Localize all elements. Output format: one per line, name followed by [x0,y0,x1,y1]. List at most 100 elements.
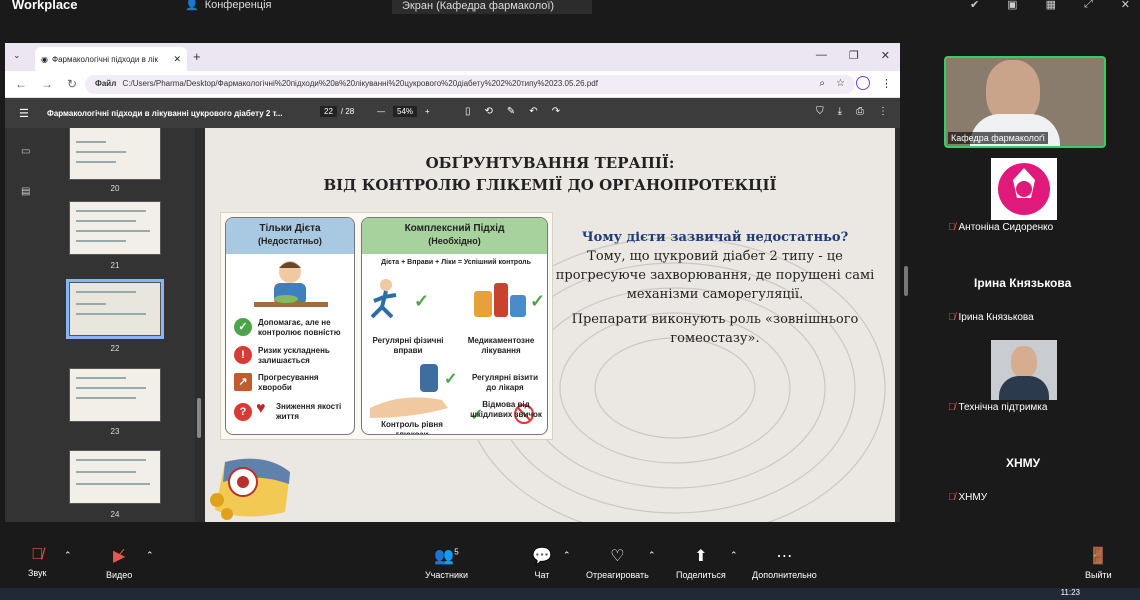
participant-avatar-logo [991,158,1057,220]
zoom-out-icon[interactable]: — [377,107,385,116]
complex-item: Контроль рівня глюкози [381,420,443,435]
app-name: Workplace [12,0,78,12]
zoom-search-icon[interactable]: ⌕ [819,78,825,89]
complex-item: Регулярні візити до лікаря [471,373,539,392]
print-icon[interactable]: ⎙ [856,106,864,117]
profile-avatar[interactable] [856,76,870,90]
mic-muted-icon: 🎙̸ [948,312,956,323]
browser-menu-icon[interactable]: ⋮ [881,77,892,90]
page-indicator: 22 / 28 [320,106,354,117]
participant-name: Ірина Князькова [958,312,1034,323]
reload-icon[interactable]: ↻ [67,77,77,91]
thumbnail-number: 21 [110,261,120,270]
globe-icon: ◉ [41,54,48,64]
active-speaker-video[interactable]: Кафедра фармаколоґі [944,56,1106,148]
browser-window: ⌄ ◉ Фармакологічні підходи в лік ✕ + — ❐… [5,43,900,522]
thumbnail-scrollbar[interactable] [195,128,203,522]
rotate-icon[interactable]: ⟲ [485,106,493,117]
chat-options-chevron-icon[interactable]: ⌃ [563,550,571,561]
pdf-more-icon[interactable]: ⋮ [878,106,888,117]
page-number-input[interactable]: 22 [320,106,337,117]
svg-text:✓: ✓ [414,291,429,311]
question-icon: ? [234,403,252,421]
outline-icon[interactable]: ▤ [21,186,30,197]
zoom-in-icon[interactable]: + [425,107,430,116]
participant-photo [991,340,1057,400]
pdf-right-tools: ⛉ ⤓ ⎙ ⋮ [816,106,888,117]
aperture-logo-icon [998,163,1050,215]
participants-button[interactable]: 👥5 Участники [425,546,468,580]
tab-list-chevron-icon[interactable]: ⌄ [13,50,21,61]
participants-count: 5 [454,547,459,557]
window-controls: — ❐ ✕ [816,49,890,62]
forward-icon[interactable]: → [41,77,53,91]
complex-item: Відмова від шкідливих звичок [470,400,542,419]
undo-icon[interactable]: ↶ [529,106,537,117]
bookmark-star-icon[interactable]: ☆ [836,78,845,89]
sound-label: Звук [28,568,47,578]
thumbnail-number: 23 [110,427,120,436]
video-options-chevron-icon[interactable]: ⌃ [146,550,154,561]
new-tab-button[interactable]: + [193,49,201,64]
speaker-label: Кафедра фармаколоґі [948,132,1048,144]
leave-button[interactable]: 🚪 Выйти [1085,546,1112,580]
thumbnail-page-selected[interactable] [66,279,164,339]
more-button[interactable]: ⋯ Дополнительно [752,546,817,580]
page-total: / 28 [340,107,355,116]
address-bar-row: ← → ↻ Файл C:/Users/Pharma/Desktop/Фарма… [5,71,900,98]
redo-icon[interactable]: ↷ [552,106,560,117]
back-icon[interactable]: ← [15,77,27,91]
screen-share-tab[interactable]: Экран (Кафедра фармаколої) [392,0,592,14]
grid-icon[interactable]: ▦ [1046,0,1056,11]
share-options-chevron-icon[interactable]: ⌃ [730,550,738,561]
diet-panel-header: Тільки Дієта (Недостатньо) [226,218,354,254]
minimize-icon[interactable]: — [816,49,827,62]
close-icon[interactable]: ✕ [1121,0,1130,11]
chat-button[interactable]: 💬 Чат [532,546,552,580]
exercise-meds-illustration: ✓ ✓ [370,279,545,319]
clock-time: 11:23 [1060,588,1080,597]
diet-panel-title: Тільки Дієта [259,223,321,234]
react-button[interactable]: ♡ Отреагировать [586,546,649,580]
hamburger-menu-icon[interactable]: ☰ [19,107,29,120]
sound-options-chevron-icon[interactable]: ⌃ [64,550,72,561]
thumbnail-page[interactable] [69,201,161,255]
restore-icon[interactable]: ❐ [849,49,859,62]
nav-buttons: ← → ↻ [15,77,77,91]
annotate-icon[interactable]: ⛉ [816,106,824,117]
participant-name: Антоніна Сидоренко [958,222,1054,233]
window-close-icon[interactable]: ✕ [881,49,890,62]
react-options-chevron-icon[interactable]: ⌃ [648,550,656,561]
camera-off-icon: ▶̸ [112,548,126,565]
thumbnail-page[interactable] [69,128,161,180]
shield-icon[interactable]: ✔ [970,0,979,11]
screen-tab-label: Экран (Кафедра фармаколої) [402,0,555,12]
participant-row[interactable]: 🎙̸ ХНМУ [948,492,987,503]
video-button[interactable]: ▶̸ Видео [106,546,132,580]
participant-row[interactable]: 🎙̸ Технічна підтримка [948,402,1047,413]
mic-muted-icon: 🎙̸ [948,402,956,413]
browser-tab[interactable]: ◉ Фармакологічні підходи в лік ✕ [35,47,187,71]
layout-icon[interactable]: ▣ [1007,0,1017,11]
tab-close-icon[interactable]: ✕ [173,54,181,65]
conference-tab[interactable]: 👤 Конференція [185,0,271,11]
participant-row[interactable]: 🎙̸ Антоніна Сидоренко [948,222,1053,233]
download-icon[interactable]: ⤓ [838,106,842,117]
chat-icon: 💬 [532,548,552,565]
zoom-level[interactable]: 54% [393,106,418,117]
browser-tab-title: Фармакологічні підходи в лік [51,54,159,64]
participant-name: Технічна підтримка [958,402,1048,413]
share-button[interactable]: ⬆ Поделиться [676,546,726,580]
url-field[interactable]: Файл C:/Users/Pharma/Desktop/Фармакологі… [85,75,855,94]
sound-button[interactable]: 🎙̸ Звук [28,546,46,578]
panel-resize-handle[interactable] [904,266,908,296]
thumbnails-icon[interactable]: ▭ [21,146,30,157]
fullscreen-icon[interactable]: ⤢ [1084,0,1093,11]
participant-row[interactable]: 🎙̸ Ірина Князькова [948,312,1034,323]
draw-icon[interactable]: ✎ [507,106,515,117]
thumbnail-page[interactable] [69,368,161,422]
slide-title-line1: ОБҐРУНТУВАННЯ ТЕРАПІЇ: [425,154,675,172]
chat-label: Чат [534,570,550,580]
thumbnail-page[interactable] [69,450,161,504]
fit-page-icon[interactable]: ▯ [465,106,471,117]
